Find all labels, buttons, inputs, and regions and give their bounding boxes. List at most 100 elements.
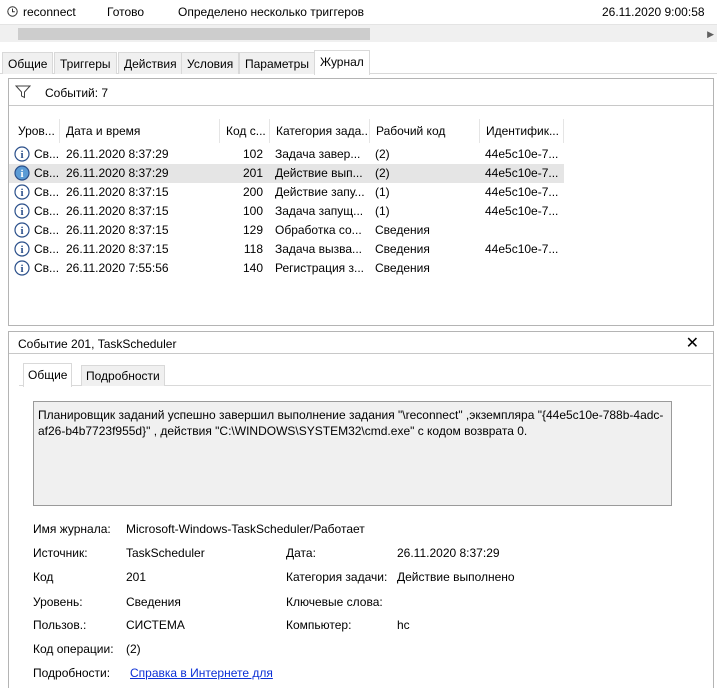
- scrollbar-thumb[interactable]: [18, 28, 370, 40]
- events-panel: Событий: 7 Уров... Дата и время Код с...…: [8, 78, 714, 326]
- row-event-code: 201: [242, 166, 263, 180]
- tab-conditions[interactable]: Условия: [181, 52, 240, 74]
- code-label: Код: [33, 570, 54, 584]
- row-event-code: 102: [242, 147, 263, 161]
- source-label: Источник:: [33, 546, 88, 560]
- row-datetime: 26.11.2020 8:37:29: [66, 166, 169, 180]
- category-value: Действие выполнено: [397, 570, 515, 584]
- computer-label: Компьютер:: [286, 618, 352, 632]
- event-row[interactable]: i Св... 26.11.2020 8:37:15 129 Обработка со.…: [9, 221, 564, 240]
- row-category: Задача завер...: [275, 147, 361, 161]
- task-next-run: 26.11.2020 9:00:58: [602, 5, 705, 19]
- row-opcode: (1): [375, 185, 390, 199]
- events-grid-header: Уров... Дата и время Код с... Категория …: [9, 119, 713, 143]
- row-identifier: 44e5c10e-7...: [485, 166, 559, 180]
- tab-triggers[interactable]: Триггеры: [54, 52, 117, 74]
- row-level: Св...: [34, 261, 60, 275]
- tab-general[interactable]: Общие: [2, 52, 54, 74]
- tab-actions[interactable]: Действия: [118, 52, 183, 74]
- info-icon: i: [14, 184, 30, 200]
- online-help-link[interactable]: Справка в Интернете для: [130, 666, 273, 680]
- svg-text:i: i: [20, 149, 23, 161]
- date-value: 26.11.2020 8:37:29: [397, 546, 500, 560]
- row-identifier: 44e5c10e-7...: [485, 147, 559, 161]
- row-datetime: 26.11.2020 8:37:29: [66, 147, 169, 161]
- details-tabs: Общие Подробности: [19, 363, 711, 387]
- row-opcode: (1): [375, 204, 390, 218]
- task-row[interactable]: reconnect Готово Определено несколько тр…: [0, 0, 717, 24]
- opcode-value: (2): [126, 642, 141, 656]
- row-event-code: 129: [242, 223, 263, 237]
- horizontal-scrollbar[interactable]: ▶: [0, 24, 717, 42]
- row-category: Задача вызва...: [275, 242, 363, 256]
- row-category: Регистрация з...: [275, 261, 364, 275]
- details-title: Событие 201, TaskScheduler: [18, 337, 177, 351]
- task-tabs: Общие Триггеры Действия Условия Параметр…: [0, 50, 717, 75]
- level-value: Сведения: [126, 595, 181, 609]
- info-icon: i: [14, 260, 30, 276]
- event-row[interactable]: i Св... 26.11.2020 8:37:15 200 Действие запу…: [9, 183, 564, 202]
- scroll-right-icon[interactable]: ▶: [707, 29, 714, 40]
- more-info-label: Подробности:: [33, 666, 111, 680]
- event-row[interactable]: i Св... 26.11.2020 8:37:15 118 Задача вызва.…: [9, 240, 564, 259]
- svg-text:i: i: [20, 206, 23, 218]
- event-row[interactable]: i Св... 26.11.2020 7:55:56 140 Регистрация з…: [9, 259, 564, 278]
- keywords-label: Ключевые слова:: [286, 595, 383, 609]
- info-icon: i: [14, 165, 30, 181]
- event-row[interactable]: i Св... 26.11.2020 8:37:29 102 Задача завер.…: [9, 145, 564, 164]
- row-identifier: 44e5c10e-7...: [485, 204, 559, 218]
- event-message[interactable]: Планировщик заданий успешно завершил вып…: [33, 401, 672, 506]
- row-event-code: 140: [242, 261, 263, 275]
- info-icon: i: [14, 146, 30, 162]
- tab-details-more[interactable]: Подробности: [81, 365, 165, 386]
- row-category: Действие запу...: [275, 185, 365, 199]
- tab-details-general[interactable]: Общие: [23, 363, 73, 387]
- column-identifier[interactable]: Идентифик...: [481, 119, 564, 143]
- row-opcode: Сведения: [375, 261, 430, 275]
- row-opcode: (2): [375, 166, 390, 180]
- event-row[interactable]: i Св... 26.11.2020 8:37:15 100 Задача запущ.…: [9, 202, 564, 221]
- task-triggers: Определено несколько триггеров: [178, 5, 365, 19]
- row-level: Св...: [34, 242, 60, 256]
- row-datetime: 26.11.2020 8:37:15: [66, 242, 169, 256]
- opcode-label: Код операции:: [33, 642, 114, 656]
- category-label: Категория задачи:: [286, 570, 388, 584]
- row-event-code: 118: [243, 242, 263, 256]
- svg-text:i: i: [20, 225, 23, 237]
- column-level[interactable]: Уров...: [13, 119, 60, 143]
- column-opcode[interactable]: Рабочий код: [371, 119, 480, 143]
- tab-history[interactable]: Журнал: [314, 50, 370, 75]
- details-header: Событие 201, TaskScheduler ✕: [9, 332, 713, 354]
- row-level: Св...: [34, 147, 60, 161]
- info-icon: i: [14, 203, 30, 219]
- task-status: Готово: [107, 5, 145, 19]
- info-icon: i: [14, 222, 30, 238]
- task-clock-icon: [7, 6, 18, 17]
- tab-settings[interactable]: Параметры: [239, 52, 315, 74]
- row-event-code: 200: [242, 185, 263, 199]
- user-value: СИСТЕМА: [126, 618, 185, 632]
- column-category[interactable]: Категория зада...: [271, 119, 370, 143]
- column-event-code[interactable]: Код с...: [221, 119, 270, 143]
- user-label: Пользов.:: [33, 618, 87, 632]
- row-datetime: 26.11.2020 8:37:15: [66, 185, 169, 199]
- column-datetime[interactable]: Дата и время: [61, 119, 220, 143]
- events-count: Событий: 7: [45, 86, 109, 100]
- filter-icon[interactable]: [15, 85, 31, 99]
- log-name-label: Имя журнала:: [33, 522, 111, 536]
- svg-text:i: i: [20, 168, 23, 180]
- log-name-value: Microsoft-Windows-TaskScheduler/Работает: [126, 522, 365, 536]
- svg-text:i: i: [20, 263, 23, 275]
- row-datetime: 26.11.2020 8:37:15: [66, 223, 169, 237]
- row-datetime: 26.11.2020 8:37:15: [66, 204, 169, 218]
- row-datetime: 26.11.2020 7:55:56: [66, 261, 169, 275]
- close-icon[interactable]: ✕: [686, 333, 699, 353]
- row-opcode: (2): [375, 147, 390, 161]
- row-category: Обработка со...: [275, 223, 362, 237]
- event-details-panel: Событие 201, TaskScheduler ✕ Общие Подро…: [8, 331, 714, 688]
- date-label: Дата:: [286, 546, 316, 560]
- event-row[interactable]: i Св... 26.11.2020 8:37:29 201 Действие вып.…: [9, 164, 564, 183]
- row-level: Св...: [34, 185, 60, 199]
- row-level: Св...: [34, 204, 60, 218]
- row-category: Задача запущ...: [275, 204, 364, 218]
